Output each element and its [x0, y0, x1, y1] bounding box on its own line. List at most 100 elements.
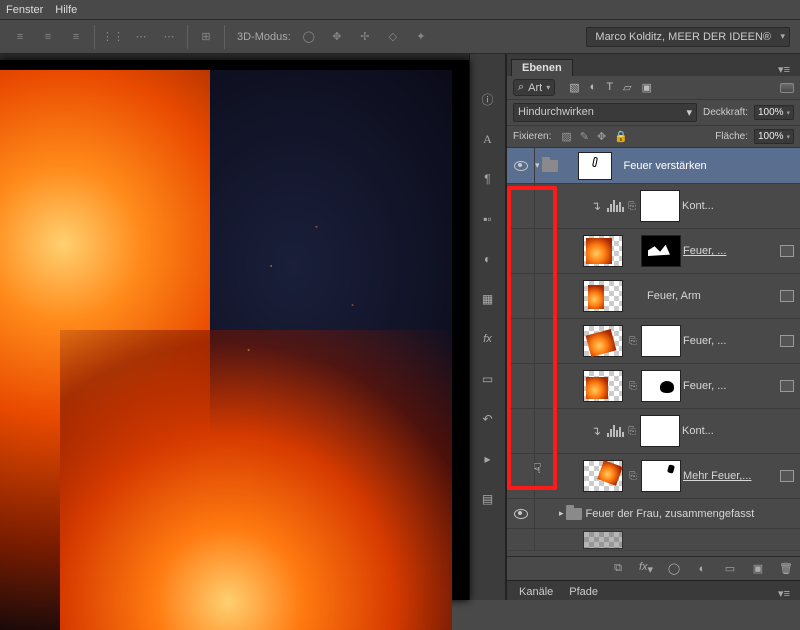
link-layers-icon[interactable]: ⧉	[610, 562, 626, 575]
add-mask-icon[interactable]: ◯	[666, 562, 682, 575]
filter-smart-icon[interactable]: ▣	[642, 81, 652, 94]
filter-adjust-icon[interactable]: ◐	[590, 81, 597, 94]
tab-pfade[interactable]: Pfade	[561, 584, 606, 600]
layer-mask-thumb[interactable]	[641, 370, 681, 402]
layer-fx-icon[interactable]: fx▾	[638, 561, 654, 576]
panel-menu-icon[interactable]: ▾≡	[778, 63, 796, 76]
layer-mask-thumb[interactable]	[641, 325, 681, 357]
blend-mode-dropdown[interactable]: Hindurchwirken ▾	[513, 103, 697, 122]
folder-icon	[542, 160, 558, 172]
new-layer-icon[interactable]: ▣	[750, 562, 766, 575]
layer-mask-thumb[interactable]	[641, 235, 681, 267]
layer-thumb[interactable]	[583, 460, 623, 492]
styles-panel-icon[interactable]: fx	[477, 328, 499, 350]
workspace-dropdown[interactable]: Marco Kolditz, MEER DER IDEEN®	[586, 27, 790, 47]
lock-transparent-icon[interactable]: ▨	[561, 130, 571, 143]
history-panel-icon[interactable]: ↶	[477, 408, 499, 430]
layer-name[interactable]: Kont...	[682, 425, 800, 437]
panel-menu-icon[interactable]: ▾≡	[778, 587, 796, 600]
visibility-toggle[interactable]	[507, 454, 535, 498]
visibility-toggle[interactable]	[507, 529, 535, 550]
fill-field[interactable]: 100%	[754, 129, 794, 144]
layer-mask-thumb[interactable]	[640, 415, 680, 447]
properties-panel-icon[interactable]: ▤	[477, 488, 499, 510]
layer-thumb[interactable]	[583, 325, 623, 357]
layer-thumb[interactable]	[583, 235, 623, 267]
opacity-field[interactable]: 100%	[754, 105, 794, 120]
layer-name[interactable]: Kont...	[682, 200, 800, 212]
lock-pixel-icon[interactable]: ✎	[580, 130, 589, 143]
distribute-h-icon[interactable]: ⋮⋮	[103, 27, 123, 47]
visibility-eye-icon[interactable]	[514, 161, 528, 171]
brush-panel-icon[interactable]: ▪▫	[477, 208, 499, 230]
lock-position-icon[interactable]: ✥	[597, 130, 606, 143]
layer-name[interactable]: Feuer verstärken	[624, 160, 800, 172]
layer-group-feuer-verstaerken[interactable]: ▾ Feuer verstärken	[507, 148, 800, 184]
layer-row[interactable]: Feuer, Arm	[507, 274, 800, 319]
visibility-toggle[interactable]	[507, 184, 535, 228]
group-mask-thumb[interactable]	[578, 152, 612, 180]
layer-row[interactable]: ↴ ⎘ Kont...	[507, 409, 800, 454]
layer-mask-thumb[interactable]	[640, 190, 680, 222]
move-3d-icon[interactable]: ✢	[355, 27, 375, 47]
layer-name[interactable]: Feuer, ...	[683, 245, 776, 257]
layer-mask-thumb[interactable]	[641, 460, 681, 492]
distribute-v-icon[interactable]: ⋯	[131, 27, 151, 47]
layer-name[interactable]: Feuer der Frau, zusammengefasst	[586, 508, 800, 520]
align-center-icon[interactable]: ≡	[38, 27, 58, 47]
filter-shape-icon[interactable]: ▱	[623, 81, 631, 94]
layer-row[interactable]: Feuer, ...	[507, 229, 800, 274]
document-canvas[interactable]	[0, 70, 452, 630]
align-right-icon[interactable]: ≡	[66, 27, 86, 47]
character-panel-icon[interactable]: A	[477, 128, 499, 150]
light-icon[interactable]: ✦	[411, 27, 431, 47]
paragraph-panel-icon[interactable]: ¶	[477, 168, 499, 190]
layer-row[interactable]: ⎘ Mehr Feuer,...	[507, 454, 800, 499]
menu-hilfe[interactable]: Hilfe	[55, 4, 77, 16]
pan-icon[interactable]: ✥	[327, 27, 347, 47]
visibility-toggle[interactable]	[507, 229, 535, 273]
layer-row-partial[interactable]	[507, 529, 800, 551]
lock-fill-row: Fixieren: ▨ ✎ ✥ 🔒 Fläche: 100%	[507, 126, 800, 148]
menu-fenster[interactable]: Fenster	[6, 4, 43, 16]
filter-pixel-icon[interactable]: ▧	[569, 81, 579, 94]
visibility-eye-icon[interactable]	[514, 509, 528, 519]
lock-all-icon[interactable]: 🔒	[614, 130, 628, 143]
orbit-icon[interactable]: ◯	[299, 27, 319, 47]
layer-group-feuer-frau[interactable]: ▸ Feuer der Frau, zusammengefasst	[507, 499, 800, 529]
scale-3d-icon[interactable]: ◇	[383, 27, 403, 47]
actions-panel-icon[interactable]: ▸	[477, 448, 499, 470]
visibility-toggle[interactable]	[507, 319, 535, 363]
delete-layer-icon[interactable]: 🗑	[778, 562, 794, 575]
disclosure-triangle-icon[interactable]: ▸	[559, 508, 564, 519]
layer-name[interactable]: Feuer, ...	[683, 380, 776, 392]
filter-kind-dropdown[interactable]: ⌕ Art ▾	[513, 79, 555, 96]
layer-row[interactable]: ⎘ Feuer, ...	[507, 364, 800, 409]
visibility-toggle[interactable]	[507, 274, 535, 318]
layer-thumb[interactable]	[583, 531, 623, 549]
disclosure-triangle-icon[interactable]: ▾	[535, 160, 540, 171]
layer-row[interactable]: ⎘ Feuer, ...	[507, 319, 800, 364]
visibility-toggle[interactable]	[507, 409, 535, 453]
new-adjustment-icon[interactable]: ◐	[694, 563, 710, 575]
filter-type-icon[interactable]: T	[606, 81, 613, 94]
filter-toggle[interactable]	[780, 83, 794, 93]
arrange-icon[interactable]: ⊞	[196, 27, 216, 47]
layer-row[interactable]: ↴ ⎘ Kont...	[507, 184, 800, 229]
info-panel-icon[interactable]: ⓘ	[477, 88, 499, 110]
layer-name[interactable]: Feuer, Arm	[647, 290, 776, 302]
new-group-icon[interactable]: ▭	[722, 562, 738, 575]
layer-name[interactable]: Feuer, ...	[683, 335, 776, 347]
tab-ebenen[interactable]: Ebenen	[511, 59, 573, 76]
swatches-panel-icon[interactable]: ▦	[477, 288, 499, 310]
layer-thumb[interactable]	[583, 280, 623, 312]
color-panel-icon[interactable]: ▭	[477, 368, 499, 390]
distribute-icon[interactable]: ⋯	[159, 27, 179, 47]
layer-name[interactable]: Mehr Feuer,...	[683, 470, 776, 482]
adjustments-panel-icon[interactable]: ◐	[477, 248, 499, 270]
visibility-toggle[interactable]	[507, 364, 535, 408]
tab-kanaele[interactable]: Kanäle	[511, 584, 561, 600]
layer-thumb[interactable]	[583, 370, 623, 402]
main-area: ⓘ A ¶ ▪▫ ◐ ▦ fx ▭ ↶ ▸ ▤ Ebenen ▾≡ ⌕ Art …	[0, 54, 800, 600]
align-left-icon[interactable]: ≡	[10, 27, 30, 47]
